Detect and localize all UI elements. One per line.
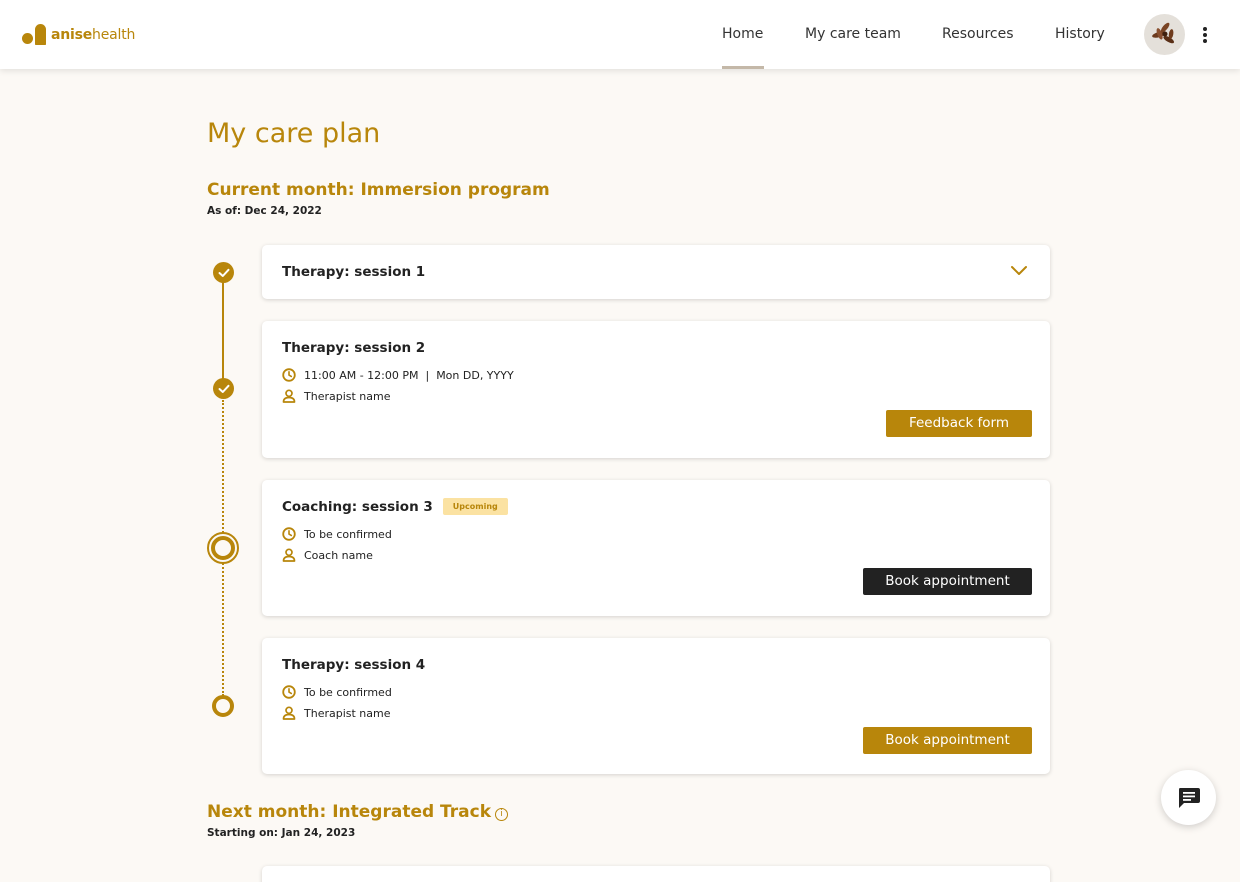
pending-step-icon	[212, 695, 234, 717]
session-title: Therapy: session 2	[282, 340, 426, 356]
session-card-4: Therapy: session 4 To be confirmed Thera…	[262, 638, 1050, 774]
logo-text: anisehealth	[51, 27, 136, 43]
session-title: Therapy: session 4	[282, 657, 426, 673]
top-navbar: anisehealth Home My care team Resources …	[0, 0, 1240, 69]
feedback-form-button[interactable]: Feedback form	[886, 410, 1032, 437]
book-appointment-button[interactable]: Book appointment	[863, 727, 1032, 754]
nav-history[interactable]: History	[1055, 26, 1105, 42]
person-icon	[282, 706, 296, 720]
session-time: To be confirmed	[304, 527, 392, 541]
nav-my-care-team[interactable]: My care team	[805, 26, 901, 42]
chat-button[interactable]	[1161, 770, 1216, 825]
chat-icon	[1178, 787, 1200, 808]
session-provider-row: Coach name	[282, 548, 373, 562]
star-anise-avatar-image	[1152, 22, 1175, 44]
session-provider: Therapist name	[304, 389, 391, 403]
person-icon	[282, 389, 296, 403]
next-month-title: Next month: Integrated Track i	[207, 802, 509, 822]
session-time-row: To be confirmed	[282, 685, 392, 699]
clock-icon	[282, 527, 296, 541]
chevron-down-icon[interactable]	[1010, 265, 1028, 277]
session-title: Therapy: session 1	[282, 264, 426, 280]
logo-mark-icon	[22, 24, 48, 46]
session-title: Coaching: session 3	[282, 499, 433, 515]
current-step-icon	[207, 532, 239, 564]
current-month-date: As of: Dec 24, 2022	[207, 205, 322, 217]
page-title: My care plan	[207, 118, 381, 149]
next-month-title-text: Next month: Integrated Track	[207, 802, 492, 822]
session-time-row: To be confirmed	[282, 527, 392, 541]
current-month-title: Current month: Immersion program	[207, 180, 550, 200]
next-month-session-card[interactable]	[262, 866, 1050, 882]
info-icon[interactable]: i	[495, 808, 509, 821]
session-title-row: Coaching: session 3 Upcoming	[282, 498, 508, 515]
avatar[interactable]	[1144, 14, 1185, 55]
session-time: To be confirmed	[304, 685, 392, 699]
session-time-row: 11:00 AM - 12:00 PM | Mon DD, YYYY	[282, 368, 514, 382]
session-card-3: Coaching: session 3 Upcoming To be confir…	[262, 480, 1050, 616]
timeline-completed-line	[222, 282, 224, 382]
session-card-1[interactable]: Therapy: session 1	[262, 245, 1050, 299]
clock-icon	[282, 685, 296, 699]
next-month-date: Starting on: Jan 24, 2023	[207, 827, 356, 839]
more-vertical-icon[interactable]	[1196, 24, 1214, 46]
session-provider: Coach name	[304, 548, 373, 562]
session-provider-row: Therapist name	[282, 389, 391, 403]
book-appointment-button[interactable]: Book appointment	[863, 568, 1032, 595]
nav-resources[interactable]: Resources	[942, 26, 1014, 42]
completed-check-icon	[213, 378, 234, 399]
session-card-2: Therapy: session 2 11:00 AM - 12:00 PM |…	[262, 321, 1050, 458]
nav-active-indicator	[722, 66, 764, 69]
nav-home[interactable]: Home	[722, 26, 763, 42]
session-provider: Therapist name	[304, 706, 391, 720]
person-icon	[282, 548, 296, 562]
session-time: 11:00 AM - 12:00 PM | Mon DD, YYYY	[304, 368, 514, 382]
upcoming-badge: Upcoming	[442, 498, 508, 515]
clock-icon	[282, 368, 296, 382]
session-provider-row: Therapist name	[282, 706, 391, 720]
anise-health-logo[interactable]: anisehealth	[22, 24, 135, 46]
completed-check-icon	[213, 262, 234, 283]
